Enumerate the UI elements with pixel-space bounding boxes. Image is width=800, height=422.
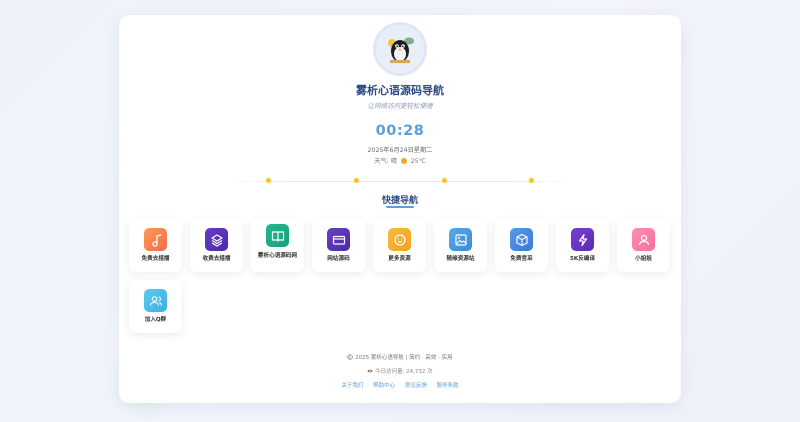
nav-item-label: 小姐姐 (635, 256, 652, 262)
nav-item-label: 随缘资源站 (446, 256, 475, 262)
main-card: 雾析心语源码导航 让网络访问更轻松便捷 00:28 2025年6月24日星期二 … (119, 15, 681, 403)
nav-item-label: 网站源码 (327, 256, 350, 262)
nav-item-label: 更多资源 (388, 256, 411, 262)
users-icon (144, 289, 167, 312)
nav-item-label: 雾析心语源码网 (257, 253, 298, 259)
divider (224, 181, 576, 182)
user-icon (632, 228, 655, 251)
package-icon (510, 228, 533, 251)
footer-link-about[interactable]: 关于我们 (341, 383, 363, 389)
clock-date: 2025年6月24日星期二 (367, 147, 433, 154)
nav-item-label: 加入Q群 (144, 317, 167, 323)
nav-item-9[interactable]: 加入Q群 (129, 280, 182, 333)
book-icon (266, 224, 289, 247)
weather-label: 天气: (374, 158, 389, 165)
divider-dot (266, 178, 271, 183)
section-underline (386, 206, 414, 208)
weather-condition: 晴 (390, 158, 397, 165)
nav-item-label: 免费去措播 (141, 256, 170, 262)
nav-item-0[interactable]: 免费去措播 (129, 219, 182, 272)
page-title: 雾析心语源码导航 (356, 84, 444, 97)
image-icon (449, 228, 472, 251)
nav-item-1[interactable]: 收费去措播 (190, 219, 243, 272)
sun-icon (400, 158, 407, 164)
nav-item-8[interactable]: 小姐姐 (617, 219, 670, 272)
lightning-icon (571, 228, 594, 251)
copyright-icon (347, 354, 354, 360)
nav-item-label: 免费官采 (510, 256, 533, 262)
weather-info: 天气: 晴 25℃ (119, 156, 681, 165)
music-note-icon (144, 228, 167, 251)
footer-link-terms[interactable]: 服务条款 (437, 383, 459, 389)
footer-links: 关于我们 帮助中心 意见反馈 服务条款 (119, 381, 681, 389)
nav-item-label: 收费去措播 (202, 256, 231, 262)
eye-icon (367, 369, 374, 373)
nav-item-label: 5K反编译 (569, 256, 595, 262)
layers-icon (205, 228, 228, 251)
section-title: 快捷导航 (381, 196, 418, 206)
nav-item-6[interactable]: 免费官采 (495, 219, 548, 272)
nav-item-5[interactable]: 随缘资源站 (434, 219, 487, 272)
nav-item-2[interactable]: 雾析心语源码网 (251, 219, 304, 272)
divider-dot (354, 178, 359, 183)
smile-icon (388, 228, 411, 251)
divider-dot (529, 178, 534, 183)
footer-link-feedback[interactable]: 意见反馈 (405, 383, 427, 389)
visits-text: 今日访问量: 24,732 次 (375, 369, 433, 375)
weather-temp: 25℃ (410, 158, 426, 165)
nav-item-3[interactable]: 网站源码 (312, 219, 365, 272)
footer-copyright: 2025 雾析心语导航 | 简约 · 高效 · 实用 (119, 353, 681, 361)
nav-item-4[interactable]: 更多资源 (373, 219, 426, 272)
nav-item-7[interactable]: 5K反编译 (556, 219, 609, 272)
page-subtitle: 让网络访问更轻松便捷 (367, 102, 433, 110)
credit-card-icon (327, 228, 350, 251)
penguin-icon (373, 22, 427, 76)
divider-dot (442, 178, 447, 183)
copyright-text: 2025 雾析心语导航 | 简约 · 高效 · 实用 (355, 355, 453, 361)
clock-time: 00:28 (375, 123, 425, 139)
footer-link-help[interactable]: 帮助中心 (373, 383, 395, 389)
footer-visits: 今日访问量: 24,732 次 (119, 367, 681, 375)
